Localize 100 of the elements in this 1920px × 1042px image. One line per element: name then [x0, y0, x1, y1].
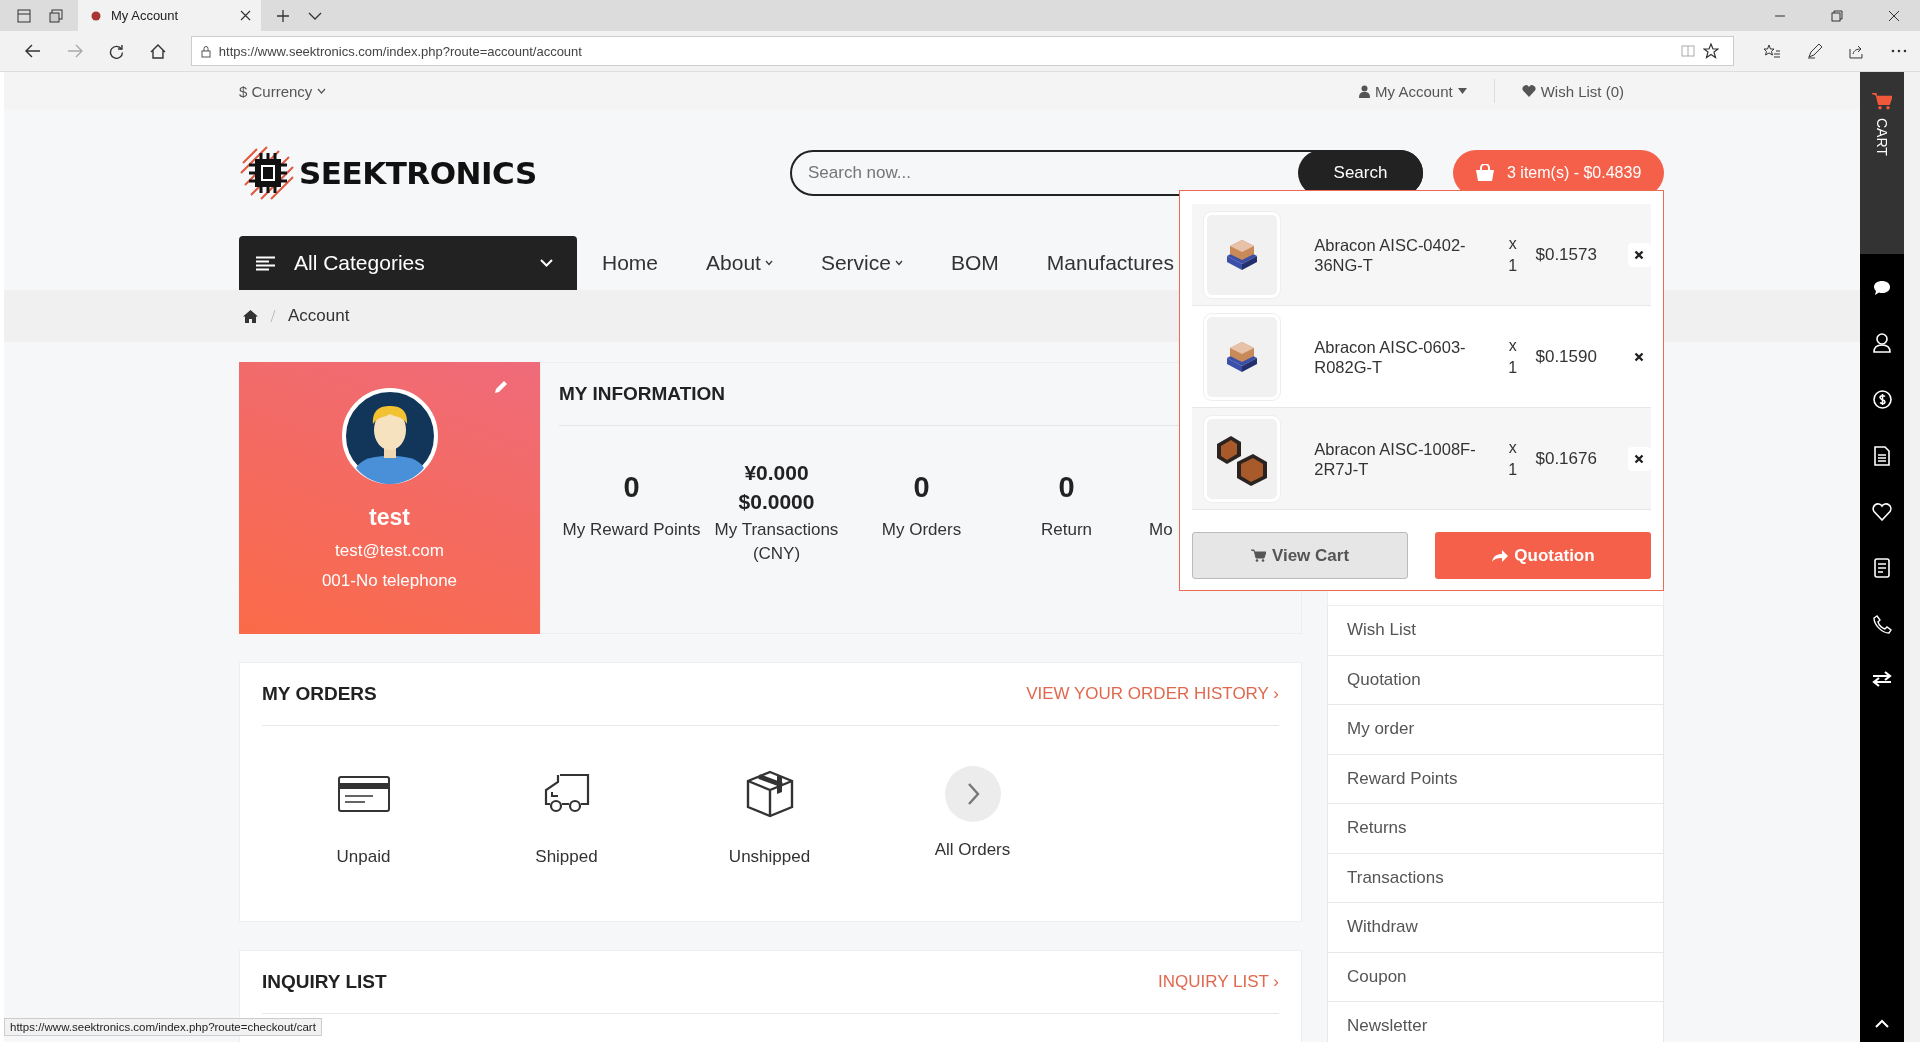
remove-icon — [1634, 453, 1645, 464]
remove-icon — [1634, 249, 1645, 260]
product-price: $0.1590 — [1535, 346, 1598, 367]
new-tab-icon[interactable] — [276, 8, 290, 23]
order-status-link[interactable]: All Orders — [871, 766, 1074, 867]
stat-value: ¥0.000 — [743, 460, 810, 486]
account-menu-item[interactable]: Transactions — [1327, 853, 1664, 903]
browser-tab[interactable]: My Account — [78, 0, 261, 31]
address-field[interactable]: https://www.seektronics.com/index.php?route=account/account — [190, 36, 1735, 66]
nav-link[interactable]: Service — [820, 251, 903, 275]
favorites-icon[interactable] — [1763, 43, 1782, 59]
scroll-top-icon[interactable] — [1875, 1019, 1889, 1028]
my-account-link[interactable]: My Account — [1375, 82, 1453, 100]
cart-icon — [1250, 549, 1266, 562]
shopping-bag-icon — [1475, 164, 1495, 182]
stat-label[interactable]: Mo — [1149, 518, 1173, 542]
chevron-down-icon — [540, 259, 553, 267]
account-menu-item[interactable]: Newsletter — [1327, 1002, 1664, 1042]
profile-email: test@test.com — [335, 541, 444, 561]
quantity: x 1 — [1507, 335, 1519, 378]
tabs-aside-icon[interactable] — [17, 8, 31, 23]
chevron-right-icon — [944, 766, 1001, 822]
currency-selector[interactable]: $ Currency — [239, 82, 313, 100]
coin-icon[interactable] — [1872, 390, 1892, 409]
heart-icon[interactable] — [1872, 503, 1892, 521]
product-price: $0.1573 — [1535, 244, 1598, 265]
box-icon — [745, 770, 794, 818]
back-icon[interactable] — [25, 44, 41, 58]
nav-link[interactable]: Manufactures — [1046, 251, 1175, 275]
section-title: INQUIRY LIST — [262, 971, 387, 993]
user-icon — [1359, 84, 1371, 98]
remove-button[interactable] — [1627, 242, 1651, 267]
document-icon[interactable] — [1874, 446, 1890, 466]
stat-label[interactable]: My Reward Points — [562, 518, 701, 542]
tab-preview-icon[interactable] — [49, 8, 63, 23]
order-status-link[interactable]: Unshipped — [668, 766, 871, 867]
account-menu-item[interactable]: My order — [1327, 705, 1664, 755]
account-menu-item[interactable]: Coupon — [1327, 952, 1664, 1002]
product-name[interactable]: Abracon AISC-0402-36NG-T — [1314, 234, 1490, 275]
wish-list-link[interactable]: Wish List (0) — [1540, 82, 1624, 100]
stat-value: $0.0000 — [738, 489, 815, 515]
stat-value: 0 — [623, 470, 640, 504]
lock-icon — [200, 44, 211, 58]
nav-link[interactable]: Home — [602, 251, 659, 275]
logo-text[interactable]: SEEKTRONICS — [299, 155, 537, 191]
stat-label[interactable]: My Orders — [881, 518, 962, 542]
account-menu-item[interactable]: Wish List — [1327, 606, 1664, 656]
quantity: x 1 — [1507, 233, 1519, 276]
account-menu-item[interactable]: Withdraw — [1327, 903, 1664, 953]
order-status-link[interactable]: Shipped — [465, 766, 668, 867]
product-name[interactable]: Abracon AISC-0603-R082G-T — [1314, 336, 1490, 377]
cart-tab[interactable]: CART — [1860, 72, 1904, 254]
profile-phone: 001-No telephone — [321, 571, 458, 591]
all-categories-button[interactable]: All Categories — [239, 236, 577, 290]
stat-label[interactable]: Return — [1041, 518, 1092, 542]
profile-name: test — [369, 504, 410, 531]
quantity: x 1 — [1507, 437, 1519, 480]
order-status-link[interactable]: Unpaid — [262, 766, 465, 867]
account-menu-item[interactable]: Quotation — [1327, 655, 1664, 705]
stat-value: 0 — [913, 470, 930, 504]
scrollbar[interactable] — [1904, 72, 1920, 1042]
remove-button[interactable] — [1627, 446, 1651, 471]
chat-icon[interactable] — [1873, 280, 1891, 296]
account-menu-item[interactable]: Reward Points — [1327, 754, 1664, 804]
heart-icon — [1521, 85, 1536, 97]
close-tab-icon[interactable] — [240, 10, 251, 21]
favicon-icon — [91, 10, 101, 21]
nav-link[interactable]: About — [706, 251, 773, 275]
edit-icon[interactable] — [494, 380, 508, 394]
view-cart-button[interactable]: View Cart — [1192, 532, 1408, 579]
refresh-icon[interactable] — [108, 43, 124, 59]
menu-icon — [256, 255, 275, 271]
user-icon[interactable] — [1873, 333, 1891, 353]
breadcrumb-item[interactable]: Account — [288, 306, 350, 326]
phone-icon[interactable] — [1872, 615, 1892, 634]
account-menu-item[interactable]: Returns — [1327, 804, 1664, 854]
home-icon[interactable] — [243, 309, 258, 323]
share-icon[interactable] — [1849, 43, 1866, 59]
credit-card-icon — [337, 776, 390, 812]
product-price: $0.1676 — [1535, 448, 1598, 469]
url-text: https://www.seektronics.com/index.php?route=account/account — [218, 43, 582, 59]
share-arrow-icon — [1491, 548, 1509, 563]
nav-link[interactable]: BOM — [950, 251, 999, 275]
pen-icon[interactable] — [1807, 43, 1824, 59]
restore-icon[interactable] — [1831, 9, 1843, 22]
caret-icon — [894, 260, 903, 266]
avatar-icon — [341, 388, 438, 484]
breadcrumb-separator-icon — [270, 309, 276, 323]
product-name[interactable]: Abracon AISC-1008F-2R7J-T — [1314, 438, 1490, 479]
swap-icon[interactable] — [1872, 671, 1892, 687]
chip-logo-icon — [239, 145, 297, 201]
receipt-icon[interactable] — [1874, 558, 1890, 578]
home-icon[interactable] — [149, 43, 166, 59]
close-icon[interactable] — [1888, 9, 1900, 22]
caret-icon — [764, 260, 773, 266]
stat-label[interactable]: My Transactions (CNY) — [704, 518, 849, 566]
more-icon[interactable] — [1891, 49, 1907, 53]
stat-value: 0 — [1058, 470, 1075, 504]
star-icon[interactable] — [1703, 43, 1720, 59]
chevron-down-icon[interactable] — [308, 10, 322, 21]
